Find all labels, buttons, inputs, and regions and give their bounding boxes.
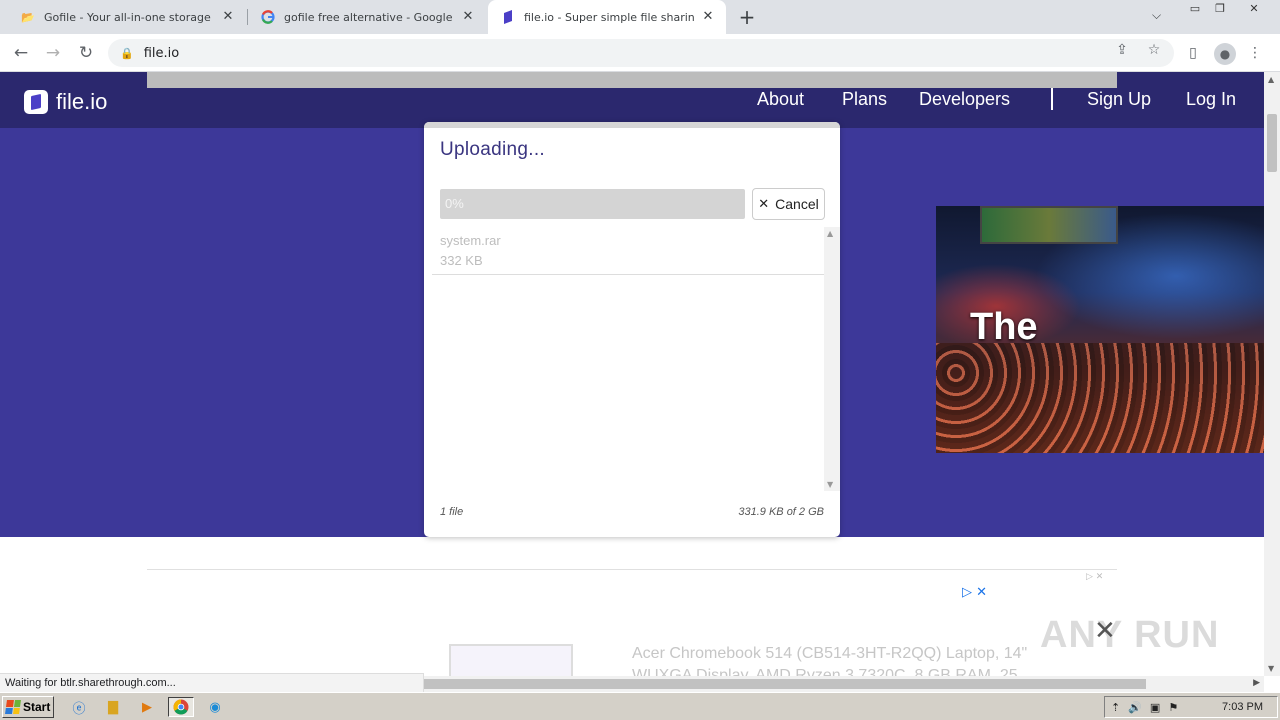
windows-logo-icon (5, 700, 21, 714)
fileio-icon (500, 9, 516, 25)
nav-divider (1051, 88, 1053, 110)
page-horizontal-scrollbar[interactable]: ▶ (424, 676, 1264, 692)
ad-line-2: WUXGA Display, AMD Ryzen 3 7320C, 8 GB R… (632, 667, 1018, 676)
fileio-logo-icon (24, 90, 48, 114)
close-tab-icon[interactable]: ✕ (220, 9, 236, 25)
tab-search-chevron-icon[interactable]: ⌵ (1152, 8, 1161, 23)
edge-icon[interactable]: ◉ (204, 697, 226, 717)
file-name: system.rar (440, 233, 501, 248)
cancel-label: Cancel (775, 196, 819, 212)
restore-window-icon[interactable]: ❐ (1209, 2, 1231, 18)
taskbar-clock: 7:03 PM (1222, 701, 1263, 713)
nav-log-in[interactable]: Log In (1186, 89, 1236, 110)
ad-line-1: Acer Chromebook 514 (CB514-3HT-R2QQ) Lap… (632, 645, 1028, 662)
ad-product-text[interactable]: Acer Chromebook 514 (CB514-3HT-R2QQ) Lap… (632, 643, 1027, 676)
file-list-scrollbar[interactable]: ▲ ▼ (824, 227, 840, 491)
new-tab-button[interactable]: + (736, 6, 758, 28)
network-icon[interactable]: ▣ (1150, 701, 1160, 714)
video-caption: The (970, 306, 1038, 348)
video-crowd (936, 343, 1264, 453)
browser-toolbar: ← → ↻ 🔒 file.io ⇪ ☆ ▯ ● ⋮ (0, 34, 1280, 72)
tab-title: file.io - Super simple file sharing (524, 10, 694, 24)
chrome-icon[interactable] (168, 697, 194, 717)
ad-banner-strip (147, 72, 1117, 88)
tray-expand-icon[interactable]: ⇡ (1111, 701, 1120, 714)
nav-sign-up[interactable]: Sign Up (1087, 89, 1151, 110)
modal-top-bar (424, 122, 840, 128)
scroll-up-icon[interactable]: ▲ (1268, 75, 1274, 84)
site-logo[interactable]: file.io (24, 89, 107, 115)
ad-choices-icon[interactable]: ▷ ✕ (962, 585, 987, 600)
nav-plans[interactable]: Plans (842, 89, 887, 110)
page-vertical-scrollbar[interactable]: ▲ ▼ (1264, 72, 1280, 676)
reload-icon[interactable]: ↻ (74, 41, 98, 65)
windows-taskbar: Start ⓔ ▇ ▶ ◉ ⇡ 🔊 ▣ ⚑ 7:03 PM (0, 692, 1280, 720)
ad-product-image[interactable] (449, 644, 573, 676)
logo-text: file.io (56, 89, 108, 114)
tab-title: gofile free alternative - Google Suche (284, 10, 454, 24)
upload-modal: Uploading... 0% ✕ Cancel system.rar 332 … (424, 122, 840, 537)
internet-explorer-icon[interactable]: ⓔ (68, 697, 90, 717)
video-ad-player[interactable]: The (936, 206, 1264, 453)
tab-title: Gofile - Your all-in-one storage solutio… (44, 10, 214, 24)
file-list: system.rar 332 KB ▲ ▼ (432, 227, 840, 491)
ad-choices-small[interactable]: ▷ ✕ (1086, 572, 1103, 582)
address-bar[interactable]: 🔒 file.io (108, 39, 1174, 67)
media-player-icon[interactable]: ▶ (136, 697, 158, 717)
upload-progress-bar: 0% (440, 189, 745, 219)
close-tab-icon[interactable]: ✕ (460, 9, 476, 25)
anyrun-watermark: ANY RUN (1040, 614, 1220, 656)
close-tab-icon[interactable]: ✕ (700, 9, 716, 25)
minimize-window-icon[interactable]: ▭ (1184, 2, 1206, 18)
volume-icon[interactable]: 🔊 (1128, 701, 1142, 714)
flag-icon[interactable]: ⚑ (1168, 701, 1178, 714)
share-icon[interactable]: ⇪ (1112, 42, 1132, 58)
scroll-up-icon[interactable]: ▲ (827, 229, 833, 238)
forward-arrow-icon[interactable]: → (41, 41, 65, 65)
google-icon (260, 9, 276, 25)
scrollbar-thumb[interactable] (1267, 114, 1277, 172)
scroll-right-icon[interactable]: ▶ (1253, 678, 1260, 688)
video-stage-screen (980, 206, 1118, 244)
lock-icon: 🔒 (120, 46, 134, 60)
back-arrow-icon[interactable]: ← (9, 41, 33, 65)
file-count: 1 file (440, 506, 464, 518)
scroll-down-icon[interactable]: ▼ (827, 480, 833, 489)
bookmark-star-icon[interactable]: ☆ (1144, 42, 1164, 58)
file-size: 332 KB (440, 253, 483, 268)
browser-tab-google[interactable]: gofile free alternative - Google Suche ✕ (248, 0, 486, 34)
close-window-icon[interactable]: ✕ (1243, 2, 1265, 18)
side-panel-icon[interactable]: ▯ (1183, 43, 1203, 63)
cancel-button[interactable]: ✕ Cancel (752, 188, 825, 220)
browser-tab-fileio[interactable]: file.io - Super simple file sharing ✕ (488, 0, 726, 34)
scroll-down-icon[interactable]: ▼ (1268, 664, 1274, 673)
file-explorer-icon[interactable]: ▇ (102, 697, 124, 717)
start-button[interactable]: Start (2, 696, 54, 718)
nav-developers[interactable]: Developers (919, 89, 1010, 110)
modal-title: Uploading... (440, 139, 546, 160)
scrollbar-thumb[interactable] (424, 679, 1146, 689)
menu-dots-icon[interactable]: ⋮ (1245, 43, 1265, 63)
start-label: Start (23, 700, 51, 714)
system-tray: ⇡ 🔊 ▣ ⚑ 7:03 PM (1104, 696, 1278, 718)
profile-avatar-icon[interactable]: ● (1214, 43, 1236, 65)
storage-quota: 331.9 KB of 2 GB (738, 506, 824, 518)
address-url: file.io (143, 45, 180, 61)
browser-tab-strip: 📂 Gofile - Your all-in-one storage solut… (0, 0, 1280, 34)
web-page: file.io About Plans Developers Sign Up L… (0, 72, 1264, 676)
list-item: system.rar 332 KB (432, 227, 824, 275)
browser-status-bar: Waiting for btlr.sharethrough.com... (0, 673, 424, 692)
nav-about[interactable]: About (757, 89, 804, 110)
browser-tab-gofile[interactable]: 📂 Gofile - Your all-in-one storage solut… (8, 0, 246, 34)
close-icon[interactable]: ✕ (1094, 616, 1116, 646)
folder-icon: 📂 (21, 10, 35, 24)
close-icon: ✕ (758, 196, 770, 211)
progress-label: 0% (445, 196, 464, 211)
